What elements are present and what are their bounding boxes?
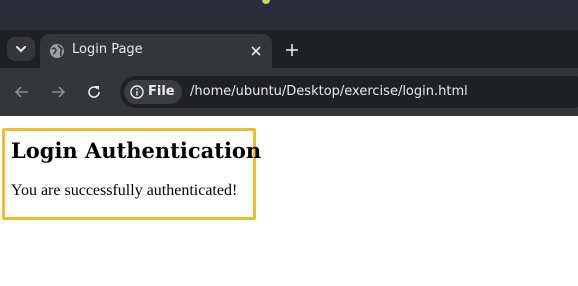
close-icon <box>251 46 261 56</box>
tab-close-button[interactable] <box>246 41 266 61</box>
browser-toolbar: File /home/ubuntu/Desktop/exercise/login… <box>0 68 578 116</box>
status-indicator-icon <box>262 0 270 4</box>
new-tab-button[interactable] <box>282 40 302 60</box>
tab-title: Login Page <box>72 42 143 57</box>
tab-strip: Login Page <box>0 30 578 68</box>
reload-button[interactable] <box>82 80 106 104</box>
url-text[interactable]: /home/ubuntu/Desktop/exercise/login.html <box>190 84 468 99</box>
tab-login-page[interactable]: Login Page <box>40 34 272 68</box>
auth-message-box: Login Authentication You are successfull… <box>2 128 261 220</box>
reload-icon <box>88 86 100 98</box>
tab-search-button[interactable] <box>7 37 35 61</box>
site-info-chip[interactable]: File <box>124 80 182 104</box>
forward-button[interactable] <box>46 80 70 104</box>
chevron-down-icon <box>16 46 26 53</box>
os-top-bar <box>0 0 578 30</box>
address-bar[interactable]: File /home/ubuntu/Desktop/exercise/login… <box>120 76 578 108</box>
arrow-right-icon <box>52 86 65 98</box>
globe-icon <box>50 44 64 58</box>
page-heading: Login Authentication <box>11 138 262 163</box>
site-info-label: File <box>148 84 175 99</box>
back-button[interactable] <box>10 80 34 104</box>
arrow-left-icon <box>15 86 28 98</box>
page-content: Login Authentication You are successfull… <box>0 116 578 286</box>
plus-icon <box>286 44 298 56</box>
info-icon <box>130 85 144 99</box>
auth-status-message: You are successfully authenticated! <box>11 182 238 199</box>
